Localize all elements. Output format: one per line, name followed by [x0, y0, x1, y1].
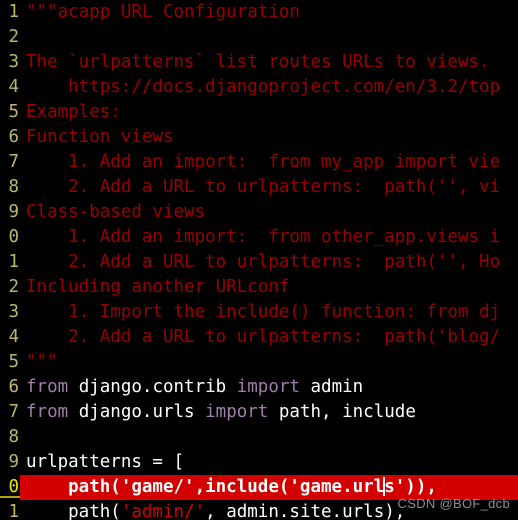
code-token-docstring: Function views [26, 127, 174, 147]
code-line[interactable]: 2 Including another URLconf [0, 275, 518, 300]
code-token-docstring: Including another URLconf [26, 277, 290, 297]
code-line[interactable]: 0 1. Add an import: from other_app.views… [0, 225, 518, 250]
code-token-docstring: Examples: [26, 102, 121, 122]
code-line-text[interactable]: 2. Add a URL to urlpatterns: path('', vi [20, 175, 518, 200]
code-line[interactable]: 8 [0, 425, 518, 450]
code-line-text[interactable]: from django.contrib import admin [20, 375, 518, 400]
line-number: 1 [0, 0, 20, 25]
code-line-text[interactable]: """acapp URL Configuration [20, 0, 518, 25]
line-number: 2 [0, 275, 20, 300]
code-line-text[interactable]: Examples: [20, 100, 518, 125]
code-line[interactable]: 9 urlpatterns = [ [0, 450, 518, 475]
code-line-text[interactable]: 1. Add an import: from my_app import vie [20, 150, 518, 175]
line-number: 6 [0, 125, 20, 150]
line-number: 4 [0, 75, 20, 100]
code-line-text[interactable]: The `urlpatterns` list routes URLs to vi… [20, 50, 518, 75]
code-line[interactable]: 3 1. Import the include() function: from… [0, 300, 518, 325]
code-token-ident: admin [310, 377, 364, 397]
code-line-text[interactable]: Function views [20, 125, 518, 150]
code-line-text[interactable]: 1. Import the include() function: from d… [20, 300, 518, 325]
code-token-docstring: 1. Add an import: from my_app import vie [26, 152, 501, 172]
code-line[interactable]: 3 The `urlpatterns` list routes URLs to v… [0, 50, 518, 75]
code-line[interactable]: 6 Function views [0, 125, 518, 150]
code-token-docstring: https://docs.djangoproject.com/en/3.2/to… [26, 77, 501, 97]
line-number: 9 [0, 200, 20, 225]
code-line[interactable]: 5 Examples: [0, 100, 518, 125]
line-number: 1 [0, 250, 20, 275]
code-lines-container[interactable]: 1 """acapp URL Configuration 2 3 The `urlpat… [0, 0, 518, 520]
code-token-ident: django.contrib [78, 377, 237, 397]
line-number: 5 [0, 100, 20, 125]
code-line[interactable]: 9 Class-based views [0, 200, 518, 225]
code-token-ident: path, include [278, 402, 416, 422]
code-token-str: 'admin/' [120, 502, 206, 520]
code-line-text[interactable]: Class-based views [20, 200, 518, 225]
code-line[interactable]: 7 1. Add an import: from my_app import v… [0, 150, 518, 175]
code-token-docstring: 2. Add a URL to urlpatterns: path('blog/ [26, 327, 501, 347]
code-token-plain: urlpatterns = [ [26, 452, 185, 472]
line-number: 7 [0, 150, 20, 175]
code-line[interactable]: 6 from django.contrib import admin [0, 375, 518, 400]
code-token-plain: , admin.site.urls), [205, 502, 406, 520]
code-token-kw: import [205, 402, 279, 422]
line-number: 5 [0, 350, 20, 375]
line-number: 2 [0, 25, 20, 50]
code-line[interactable]: 1 2. Add a URL to urlpatterns: path('', … [0, 250, 518, 275]
code-line-text[interactable]: 2. Add a URL to urlpatterns: path('', Ho [20, 250, 518, 275]
code-token-plain: path( [26, 502, 121, 520]
line-number: 3 [0, 50, 20, 75]
code-line-text[interactable]: urlpatterns = [ [20, 450, 518, 475]
line-number: 0 [0, 225, 20, 250]
line-number: 6 [0, 375, 20, 400]
code-line[interactable]: 4 2. Add a URL to urlpatterns: path('blo… [0, 325, 518, 350]
line-number: 9 [0, 450, 20, 475]
code-line[interactable]: 8 2. Add a URL to urlpatterns: path('', … [0, 175, 518, 200]
code-line-text[interactable]: Including another URLconf [20, 275, 518, 300]
line-number: 4 [0, 325, 20, 350]
code-line-text[interactable]: """ [20, 350, 518, 375]
code-token-docstring: 2. Add a URL to urlpatterns: path('', vi [26, 177, 501, 197]
code-token-ident: django.urls [78, 402, 206, 422]
code-line-text[interactable]: 2. Add a URL to urlpatterns: path('blog/ [20, 325, 518, 350]
code-token-docstring: """acapp URL Configuration [26, 2, 300, 22]
code-token-kw: from [26, 377, 79, 397]
line-number: 8 [0, 175, 20, 200]
code-line[interactable]: 1 """acapp URL Configuration [0, 0, 518, 25]
csdn-watermark: CSDN @BOF_dcb [397, 496, 510, 511]
code-token-docstring: Class-based views [26, 202, 206, 222]
code-token-docstring: 1. Add an import: from other_app.views i [26, 227, 501, 247]
code-line[interactable]: 5 """ [0, 350, 518, 375]
code-token-kw: import [236, 377, 311, 397]
code-token-docstring: """ [26, 352, 58, 372]
line-number: 8 [0, 425, 20, 450]
code-line[interactable]: 7 from django.urls import path, include [0, 400, 518, 425]
code-line[interactable]: 4 https://docs.djangoproject.com/en/3.2/… [0, 75, 518, 100]
code-token-plain: path('game/',include('game.url [26, 477, 385, 497]
code-token-kw: from [26, 402, 79, 422]
code-token-docstring: 1. Import the include() function: from d… [26, 302, 501, 322]
code-token-plain: s')), [384, 477, 437, 497]
line-number: 7 [0, 400, 20, 425]
line-number: 3 [0, 300, 20, 325]
line-number: 1 [0, 500, 20, 520]
code-editor[interactable]: 1 """acapp URL Configuration 2 3 The `urlpat… [0, 0, 518, 520]
code-line-text[interactable]: from django.urls import path, include [20, 400, 518, 425]
code-line[interactable]: 2 [0, 25, 518, 50]
line-number: 0 [0, 475, 20, 498]
code-line-text[interactable]: 1. Add an import: from other_app.views i [20, 225, 518, 250]
code-line-text[interactable]: https://docs.djangoproject.com/en/3.2/to… [20, 75, 518, 100]
code-token-docstring: The `urlpatterns` list routes URLs to vi… [26, 52, 490, 72]
code-token-docstring: 2. Add a URL to urlpatterns: path('', Ho [26, 252, 501, 272]
